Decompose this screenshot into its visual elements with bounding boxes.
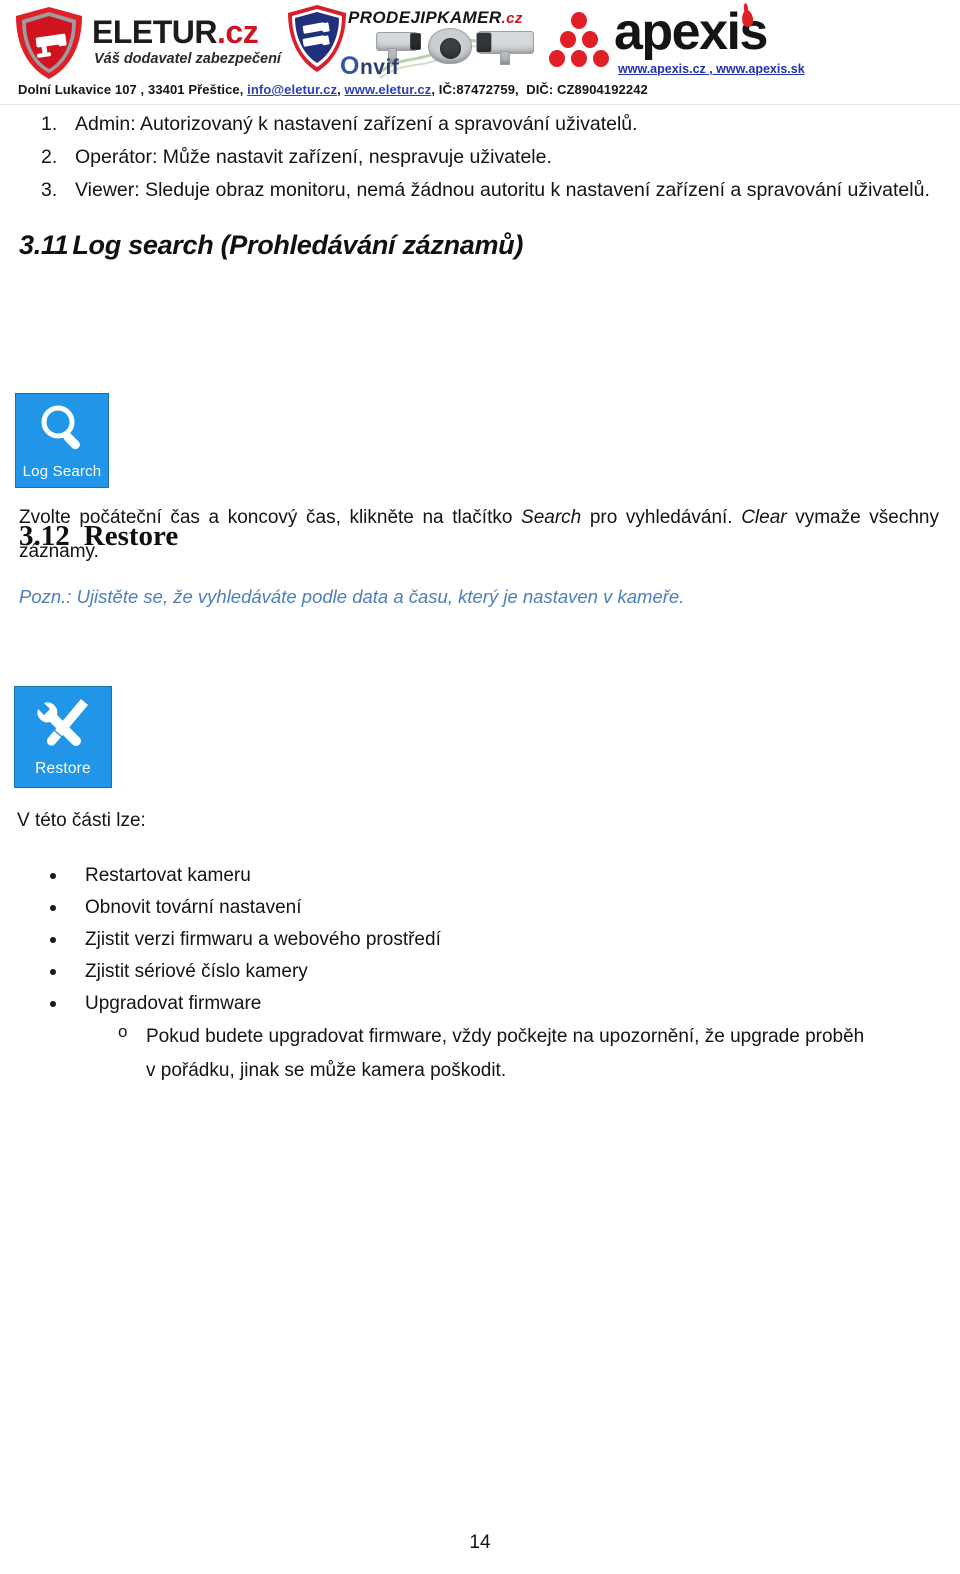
restore-icon-label: Restore [35, 760, 91, 777]
user-roles-list: 1. Admin: Autorizovaný k nastavení zaříz… [0, 108, 960, 207]
eletur-name: ELETUR [92, 14, 218, 50]
list-item-label: Admin: Autorizovaný k nastavení zařízení… [75, 113, 638, 135]
section-title-311: Log search (Prohledávání záznamů) [72, 230, 524, 260]
header-logos: ELETUR.cz Váš dodavatel zabezpečení PROD… [0, 0, 960, 80]
list-item: 3. Viewer: Sleduje obraz monitoru, nemá … [0, 174, 960, 207]
page-title-restore: 3.12 Restore [19, 520, 178, 553]
eletur-tagline: Váš dodavatel zabezpečení [94, 51, 281, 67]
company-dic: DIČ: CZ8904192242 [526, 82, 648, 97]
list-item-label: Viewer: Sleduje obraz monitoru, nemá žád… [75, 179, 930, 201]
camera-lens-1 [410, 33, 421, 50]
clear-button-name: Clear [741, 507, 787, 528]
magnifier-icon [16, 400, 108, 456]
onvif-initial: O [340, 52, 360, 80]
firmware-warning-line-2: v pořádku, jinak se může kamera poškodit… [146, 1060, 507, 1081]
section-title-312: Restore [83, 520, 179, 552]
list-item-number: 1. [41, 113, 58, 135]
company-ico: IČ:87472759, [438, 82, 519, 97]
list-item: 1. Admin: Autorizovaný k nastavení zaříz… [0, 108, 960, 141]
eletur-logo: ELETUR.cz Váš dodavatel zabezpečení [8, 4, 283, 80]
prodejipkamer-logo: PRODEJIPKAMER.cz Onvif [286, 0, 534, 80]
page-title-log-search: 3.11 Log search (Prohledávání záznamů) [19, 230, 523, 261]
log-search-icon-label: Log Search [22, 463, 102, 480]
contact-comma-1: , [337, 82, 341, 97]
list-item-label: Operátor: Může nastavit zařízení, nespra… [75, 146, 552, 168]
wrench-screwdriver-icon [15, 693, 111, 753]
restore-icon-tile[interactable]: Restore [14, 686, 112, 788]
eletur-tld: .cz [217, 14, 259, 50]
company-website-link[interactable]: www.eletur.cz [345, 82, 432, 97]
list-item: Upgradovat firmware [0, 988, 960, 1020]
section-number-311: 3.11 [19, 230, 69, 260]
list-item: Obnovit tovární nastavení [0, 892, 960, 924]
log-search-icon-tile[interactable]: Log Search [15, 393, 109, 488]
header-divider [0, 104, 960, 105]
desc-part-2: pro vyhledávání. [581, 507, 742, 528]
eletur-wordmark: ELETUR.cz [92, 14, 259, 50]
camera-lens-2 [476, 32, 492, 53]
apexis-logo: apexis www.apexis.cz , www.apexis.sk [548, 4, 805, 80]
firmware-warning-line-1: Pokud budete upgradovat firmware, vždy p… [146, 1026, 865, 1047]
company-email-link[interactable]: info@eletur.cz [247, 82, 337, 97]
sub-list-marker: o [118, 1022, 128, 1041]
restore-capabilities-list: Restartovat kameru Obnovit tovární nasta… [0, 860, 960, 1020]
restore-intro: V této části lze: [17, 810, 146, 831]
list-item: Zjistit sériové číslo kamery [0, 956, 960, 988]
shield-camera-icon [14, 6, 84, 80]
company-contact-line: Dolní Lukavice 107 , 33401 Přeštice, inf… [18, 82, 648, 97]
onvif-logo: Onvif [340, 52, 399, 81]
company-address: Dolní Lukavice 107 , 33401 Přeštice, [18, 82, 244, 97]
section-number-312: 3.12 [19, 520, 70, 552]
list-item: Zjistit verzi firmwaru a webového prostř… [0, 924, 960, 956]
list-item: 2. Operátor: Může nastavit zařízení, nes… [0, 141, 960, 174]
page-number: 14 [469, 1532, 491, 1553]
apexis-dots-icon [548, 12, 610, 67]
onvif-rest: nvif [359, 56, 400, 79]
shield-camera-blue-icon [286, 4, 348, 74]
list-item-number: 2. [41, 146, 58, 168]
search-button-name: Search [521, 507, 582, 528]
dome-camera-lens [440, 38, 461, 59]
log-search-note: Pozn.: Ujistěte se, že vyhledáváte podle… [19, 586, 685, 607]
contact-comma-2: , [431, 82, 436, 97]
list-item: Restartovat kameru [0, 860, 960, 892]
apexis-urls[interactable]: www.apexis.cz , www.apexis.sk [618, 62, 805, 76]
list-item-number: 3. [41, 179, 58, 201]
camera-mount-2 [500, 51, 510, 65]
page-header-banner: ELETUR.cz Váš dodavatel zabezpečení PROD… [0, 0, 960, 105]
firmware-warning-text: Pokud budete upgradovat firmware, vždy p… [146, 1020, 958, 1088]
